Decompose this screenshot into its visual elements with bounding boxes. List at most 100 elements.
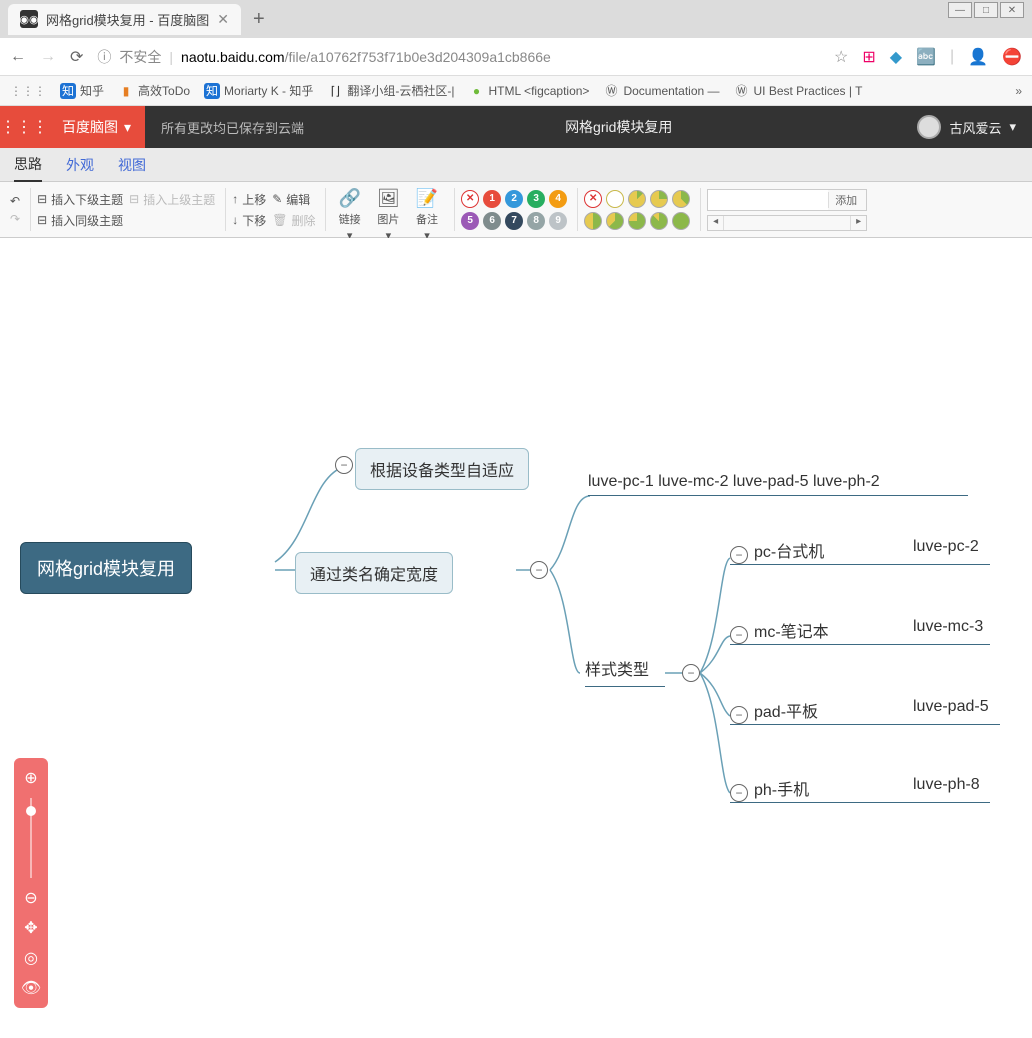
app-menu-button[interactable]: ⋮⋮⋮: [0, 106, 48, 148]
window-controls: — □ ✕: [948, 2, 1024, 18]
insert-sibling-button[interactable]: ⊟ 插入同级主题: [37, 212, 123, 229]
mindmap-canvas[interactable]: 网格grid模块复用 − 根据设备类型自适应 luve-pc-1 luve-mc…: [0, 238, 1032, 1038]
tab-title: 网格grid模块复用 - 百度脑图: [46, 10, 209, 29]
progress-dot[interactable]: [606, 212, 624, 230]
priority-dot[interactable]: 6: [483, 212, 501, 230]
add-tag-button[interactable]: 添加: [828, 192, 863, 208]
progress-clear-icon[interactable]: ✕: [584, 190, 602, 208]
bookmark-item[interactable]: ⓌDocumentation —: [603, 83, 719, 99]
bookmark-item[interactable]: ⓌUI Best Practices | T: [734, 83, 863, 99]
url-input[interactable]: ⓘ 不安全 | naotu.baidu.com/file/a10762f753f…: [97, 47, 820, 67]
apps-icon[interactable]: ⋮⋮⋮: [10, 84, 46, 98]
zoom-in-button[interactable]: ⊕: [24, 768, 37, 788]
note-button[interactable]: 📝备注 ▾: [410, 188, 444, 231]
star-icon[interactable]: ☆: [834, 47, 848, 67]
insert-child-button[interactable]: ⊟ 插入下级主题: [37, 191, 123, 208]
collapse-toggle[interactable]: −: [730, 546, 748, 564]
priority-dot[interactable]: 4: [549, 190, 567, 208]
progress-dot[interactable]: [606, 190, 624, 208]
tag-field[interactable]: [708, 190, 828, 210]
bookmark-item[interactable]: ●HTML <figcaption>: [469, 83, 590, 99]
priority-dot[interactable]: 8: [527, 212, 545, 230]
overflow-icon[interactable]: »: [1015, 84, 1022, 98]
chevron-down-icon: ▾: [124, 119, 131, 136]
progress-dot[interactable]: [584, 212, 602, 230]
collapse-toggle[interactable]: −: [730, 706, 748, 724]
browser-tab[interactable]: ◉◉ 网格grid模块复用 - 百度脑图 ✕: [8, 4, 241, 35]
collapse-toggle[interactable]: −: [335, 456, 353, 474]
mindmap-leaf[interactable]: luve-pc-1 luve-mc-2 luve-pad-5 luve-ph-2: [588, 473, 968, 496]
tag-group: 添加 ◂▸: [707, 188, 877, 231]
app-header: ⋮⋮⋮ 百度脑图 ▾ 所有更改均已保存到云端 网格grid模块复用 古风爱云 ▾: [0, 106, 1032, 148]
progress-dot[interactable]: [650, 212, 668, 230]
extension-icon-2[interactable]: ◆: [890, 47, 902, 67]
collapse-toggle[interactable]: −: [730, 784, 748, 802]
mindmap-leaf[interactable]: luve-pc-2: [905, 538, 979, 562]
translate-icon[interactable]: 🔤: [916, 47, 936, 67]
progress-dot[interactable]: [672, 212, 690, 230]
preview-button[interactable]: 👁: [21, 978, 41, 998]
priority-dot[interactable]: 5: [461, 212, 479, 230]
move-up-button[interactable]: ↑ 上移: [232, 191, 266, 208]
mindmap-node[interactable]: 样式类型: [585, 656, 665, 687]
progress-dot[interactable]: [672, 190, 690, 208]
image-button[interactable]: 🖼图片 ▾: [371, 188, 406, 231]
mindmap-leaf[interactable]: luve-mc-3: [905, 618, 983, 642]
ext-block-icon[interactable]: ⛔: [1002, 47, 1022, 67]
bookmarks-bar: ⋮⋮⋮ 知知乎 ▮高效ToDo 知Moriarty K - 知乎 ⌈⌋翻译小组-…: [0, 76, 1032, 106]
priority-clear-icon[interactable]: ✕: [461, 190, 479, 208]
priority-dot[interactable]: 3: [527, 190, 545, 208]
maximize-button[interactable]: □: [974, 2, 998, 18]
mini-scrollbar[interactable]: ◂▸: [707, 215, 867, 231]
priority-dot[interactable]: 1: [483, 190, 501, 208]
tab-close-icon[interactable]: ✕: [217, 11, 229, 28]
edit-button[interactable]: ✎ 编辑: [272, 191, 310, 208]
bookmark-item[interactable]: 知知乎: [60, 82, 104, 99]
minimize-button[interactable]: —: [948, 2, 972, 18]
bookmark-item[interactable]: 知Moriarty K - 知乎: [204, 82, 313, 99]
zoom-slider[interactable]: [30, 798, 32, 878]
user-menu[interactable]: 古风爱云 ▾: [917, 115, 1032, 139]
undo-button[interactable]: ↶: [10, 194, 20, 208]
site-info-icon[interactable]: ⓘ: [97, 47, 111, 67]
priority-dot[interactable]: 2: [505, 190, 523, 208]
tag-input[interactable]: 添加: [707, 189, 867, 211]
progress-dot[interactable]: [650, 190, 668, 208]
collapse-toggle[interactable]: −: [530, 561, 548, 579]
mindmap-node[interactable]: 根据设备类型自适应: [355, 448, 529, 490]
link-button[interactable]: 🔗链接 ▾: [332, 188, 366, 231]
new-tab-button[interactable]: +: [241, 8, 277, 31]
priority-dot[interactable]: 7: [505, 212, 523, 230]
redo-button[interactable]: ↷: [10, 212, 20, 226]
mindmap-node[interactable]: 通过类名确定宽度: [295, 552, 453, 594]
bookmark-item[interactable]: ⌈⌋翻译小组-云栖社区-|: [327, 82, 454, 99]
tab-appearance[interactable]: 外观: [66, 149, 94, 181]
collapse-toggle[interactable]: −: [682, 664, 700, 682]
close-window-button[interactable]: ✕: [1000, 2, 1024, 18]
collapse-toggle[interactable]: −: [730, 626, 748, 644]
zoom-out-button[interactable]: ⊖: [24, 888, 37, 908]
brand-label: 百度脑图: [62, 117, 118, 137]
forward-button[interactable]: →: [40, 48, 56, 66]
profile-icon[interactable]: 👤: [968, 47, 988, 67]
extension-icon[interactable]: ⊞: [862, 47, 875, 67]
reload-button[interactable]: ⟳: [70, 47, 83, 67]
tab-view[interactable]: 视图: [118, 149, 146, 181]
progress-dot[interactable]: [628, 190, 646, 208]
browser-chrome: ◉◉ 网格grid模块复用 - 百度脑图 ✕ + ← → ⟳ ⓘ 不安全 | n…: [0, 0, 1032, 106]
locate-button[interactable]: ◎: [24, 948, 38, 968]
bookmark-item[interactable]: ▮高效ToDo: [118, 82, 190, 99]
delete-button[interactable]: 🗑 删除: [272, 212, 315, 229]
back-button[interactable]: ←: [10, 48, 26, 66]
progress-dot[interactable]: [628, 212, 646, 230]
mindmap-leaf[interactable]: luve-pad-5: [905, 698, 989, 722]
priority-dot[interactable]: 9: [549, 212, 567, 230]
tab-thought[interactable]: 思路: [14, 148, 42, 182]
mindmap-leaf[interactable]: luve-ph-8: [905, 776, 980, 800]
mindmap-root-node[interactable]: 网格grid模块复用: [20, 542, 192, 594]
move-down-button[interactable]: ↓ 下移: [232, 212, 266, 229]
insert-parent-button[interactable]: ⊟ 插入上级主题: [129, 191, 215, 208]
fit-button[interactable]: ✥: [24, 918, 37, 938]
brand-menu[interactable]: 百度脑图 ▾: [48, 106, 145, 148]
toolbar: ↶ ↷ ⊟ 插入下级主题 ⊟ 插入上级主题 ⊟ 插入同级主题 ↑ 上移 ✎ 编辑 ↓…: [0, 182, 1032, 238]
